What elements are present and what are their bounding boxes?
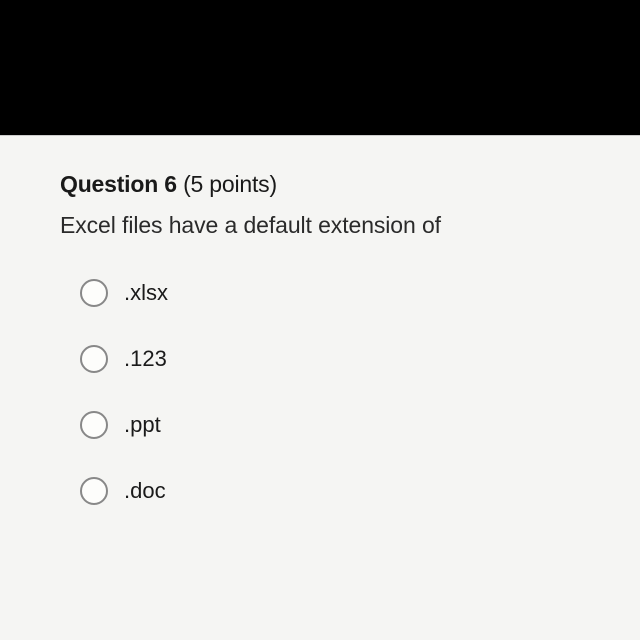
option-123[interactable]: .123 [80, 345, 595, 373]
radio-icon[interactable] [80, 477, 108, 505]
option-doc[interactable]: .doc [80, 477, 595, 505]
quiz-question-card: Question 6 (5 points) Excel files have a… [0, 135, 640, 640]
black-background-top [0, 0, 640, 135]
option-label: .ppt [124, 412, 161, 438]
radio-icon[interactable] [80, 279, 108, 307]
answer-options: .xlsx .123 .ppt .doc [60, 279, 595, 505]
option-label: .xlsx [124, 280, 168, 306]
question-prompt: Excel files have a default extension of [60, 212, 595, 239]
option-label: .123 [124, 346, 167, 372]
option-label: .doc [124, 478, 166, 504]
option-ppt[interactable]: .ppt [80, 411, 595, 439]
question-points: (5 points) [183, 171, 277, 197]
radio-icon[interactable] [80, 345, 108, 373]
question-number: Question 6 [60, 171, 177, 197]
option-xlsx[interactable]: .xlsx [80, 279, 595, 307]
question-header: Question 6 (5 points) [60, 171, 595, 198]
radio-icon[interactable] [80, 411, 108, 439]
